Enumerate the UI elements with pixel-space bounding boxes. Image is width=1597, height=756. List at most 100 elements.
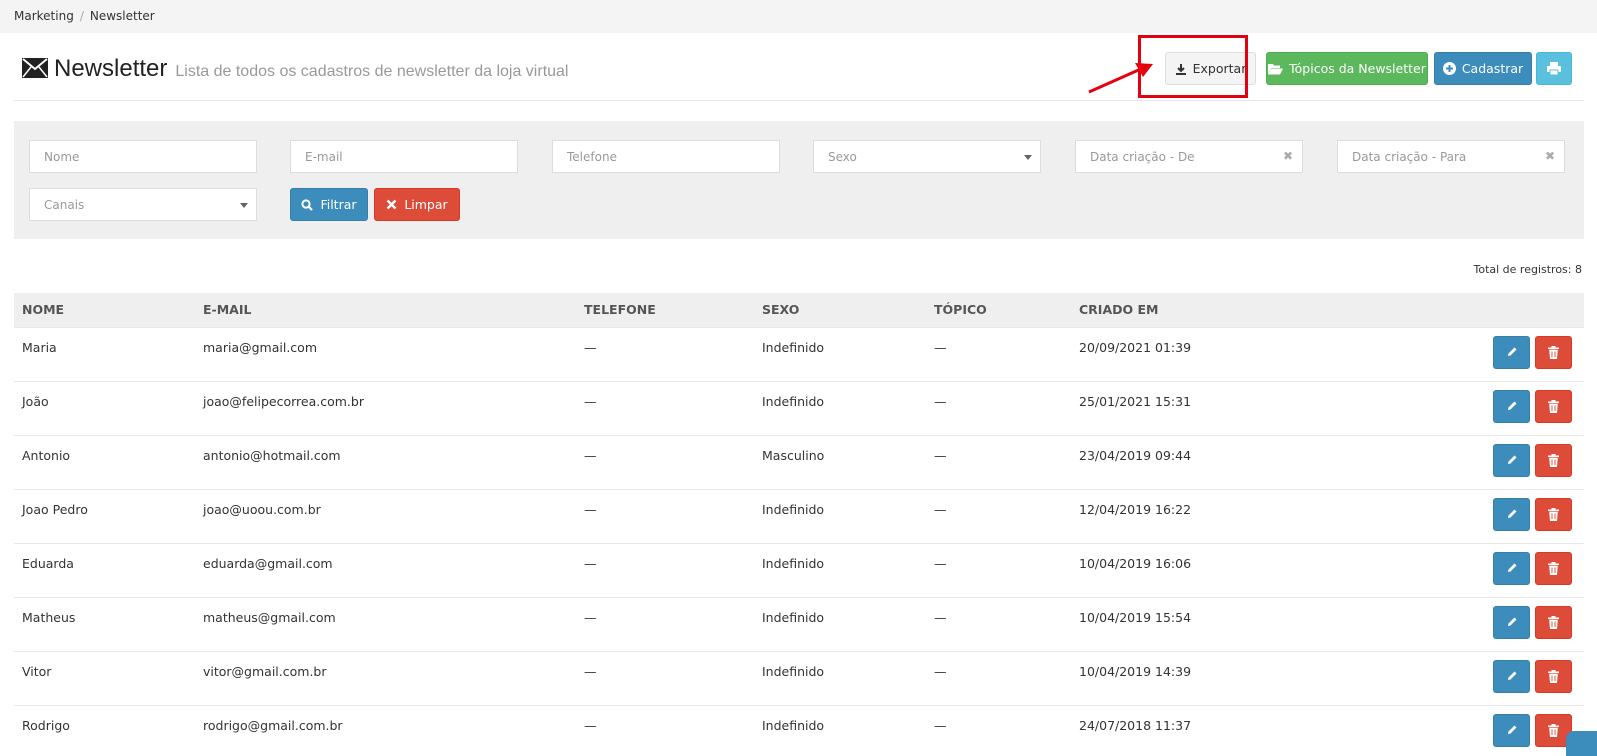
table-row: Antonio antonio@hotmail.com — Masculino —23/… bbox=[14, 434, 1584, 489]
page-header: Newsletter Lista de todos os cadastros d… bbox=[14, 33, 1584, 101]
clear-filters-button[interactable]: Limpar bbox=[374, 188, 460, 221]
edit-button[interactable] bbox=[1493, 713, 1530, 747]
pencil-icon bbox=[1507, 347, 1516, 356]
date-from-filter-placeholder: Data criação - De bbox=[1090, 149, 1195, 164]
cell-email: maria@gmail.com bbox=[195, 326, 576, 381]
name-filter-placeholder: Nome bbox=[44, 149, 80, 164]
column-header-name[interactable]: Nome bbox=[14, 293, 195, 327]
delete-button[interactable] bbox=[1535, 659, 1572, 693]
email-filter-input[interactable]: E-mail bbox=[290, 140, 518, 173]
cell-email: vitor@gmail.com.br bbox=[195, 650, 576, 705]
cell-topic: — bbox=[926, 650, 1071, 705]
cell-name: Joao Pedro bbox=[14, 488, 195, 543]
clear-date-from-icon[interactable]: ✖ bbox=[1283, 149, 1293, 163]
breadcrumb: Marketing / Newsletter bbox=[0, 0, 1597, 33]
cell-created: 10/04/2019 16:06 bbox=[1071, 542, 1301, 597]
cell-sex: Indefinido bbox=[754, 596, 926, 651]
cell-name: Vitor bbox=[14, 650, 195, 705]
table-row: Eduarda eduarda@gmail.com — Indefinido —10/0… bbox=[14, 542, 1584, 597]
trash-icon bbox=[1548, 615, 1559, 629]
table-row: João joao@felipecorrea.com.br — Indefinido —… bbox=[14, 380, 1584, 435]
cell-phone: — bbox=[576, 326, 754, 381]
breadcrumb-item-newsletter: Newsletter bbox=[89, 9, 155, 23]
clear-date-to-icon[interactable]: ✖ bbox=[1545, 149, 1555, 163]
print-icon bbox=[1547, 62, 1561, 75]
pencil-icon bbox=[1507, 725, 1516, 734]
cell-phone: — bbox=[576, 650, 754, 705]
edit-button[interactable] bbox=[1493, 389, 1530, 423]
trash-icon bbox=[1548, 507, 1559, 521]
edit-button[interactable] bbox=[1493, 335, 1530, 369]
row-actions bbox=[1301, 650, 1584, 705]
cell-sex: Indefinido bbox=[754, 380, 926, 435]
cell-topic: — bbox=[926, 542, 1071, 597]
delete-button[interactable] bbox=[1535, 443, 1572, 477]
pencil-icon bbox=[1507, 617, 1516, 626]
trash-icon bbox=[1548, 399, 1559, 413]
edit-button[interactable] bbox=[1493, 443, 1530, 477]
table-header-row: Nome E-mail Telefone Sexo Tópico Criado … bbox=[14, 293, 1584, 327]
cell-name: Maria bbox=[14, 326, 195, 381]
edit-button[interactable] bbox=[1493, 551, 1530, 585]
cell-email: antonio@hotmail.com bbox=[195, 434, 576, 489]
table-row: Matheus matheus@gmail.com — Indefinido —10/0… bbox=[14, 596, 1584, 651]
cell-sex: Indefinido bbox=[754, 488, 926, 543]
cell-topic: — bbox=[926, 596, 1071, 651]
filter-button[interactable]: Filtrar bbox=[290, 188, 368, 221]
filter-button-label: Filtrar bbox=[320, 197, 357, 212]
pencil-icon bbox=[1507, 563, 1516, 572]
cell-created: 10/04/2019 14:39 bbox=[1071, 650, 1301, 705]
column-header-topic[interactable]: Tópico bbox=[926, 293, 1071, 327]
column-header-created[interactable]: Criado em bbox=[1071, 293, 1301, 327]
cell-email: eduarda@gmail.com bbox=[195, 542, 576, 597]
cell-phone: — bbox=[576, 380, 754, 435]
cell-created: 12/04/2019 16:22 bbox=[1071, 488, 1301, 543]
pencil-icon bbox=[1507, 509, 1516, 518]
column-header-phone[interactable]: Telefone bbox=[576, 293, 754, 327]
phone-filter-input[interactable]: Telefone bbox=[552, 140, 780, 173]
edit-button[interactable] bbox=[1493, 605, 1530, 639]
trash-icon bbox=[1548, 669, 1559, 683]
page-title: Newsletter bbox=[54, 55, 168, 82]
delete-button[interactable] bbox=[1535, 389, 1572, 423]
table-row: Maria maria@gmail.com — Indefinido —20/09/20… bbox=[14, 326, 1584, 381]
row-actions bbox=[1301, 542, 1584, 597]
row-actions bbox=[1301, 380, 1584, 435]
delete-button[interactable] bbox=[1535, 551, 1572, 585]
delete-button[interactable] bbox=[1535, 497, 1572, 531]
cell-name: Antonio bbox=[14, 434, 195, 489]
add-subscriber-button[interactable]: Cadastrar bbox=[1434, 52, 1532, 85]
column-header-email[interactable]: E-mail bbox=[195, 293, 576, 327]
cell-topic: — bbox=[926, 488, 1071, 543]
cell-name: Matheus bbox=[14, 596, 195, 651]
sex-filter-select[interactable]: Sexo bbox=[813, 140, 1041, 173]
name-filter-input[interactable]: Nome bbox=[29, 140, 257, 173]
date-to-filter-input[interactable]: Data criação - Para ✖ bbox=[1337, 140, 1565, 173]
newsletter-topics-button[interactable]: Tópicos da Newsletter bbox=[1266, 52, 1428, 85]
column-header-sex[interactable]: Sexo bbox=[754, 293, 926, 327]
clear-filters-label: Limpar bbox=[404, 197, 448, 212]
row-actions bbox=[1301, 326, 1584, 381]
row-actions bbox=[1301, 488, 1584, 543]
edit-button[interactable] bbox=[1493, 659, 1530, 693]
trash-icon bbox=[1548, 345, 1559, 359]
cell-phone: — bbox=[576, 704, 754, 756]
row-actions bbox=[1301, 434, 1584, 489]
total-records: Total de registros: 8 bbox=[1473, 263, 1582, 276]
chat-widget-button[interactable] bbox=[1566, 731, 1597, 756]
date-from-filter-input[interactable]: Data criação - De ✖ bbox=[1075, 140, 1303, 173]
cell-phone: — bbox=[576, 542, 754, 597]
close-icon bbox=[386, 199, 397, 210]
print-button[interactable] bbox=[1536, 52, 1572, 85]
phone-filter-placeholder: Telefone bbox=[567, 149, 617, 164]
delete-button[interactable] bbox=[1535, 335, 1572, 369]
table-row: Vitor vitor@gmail.com.br — Indefinido —10/04… bbox=[14, 650, 1584, 705]
envelope-icon bbox=[22, 58, 48, 78]
cell-topic: — bbox=[926, 434, 1071, 489]
cell-sex: Indefinido bbox=[754, 542, 926, 597]
pencil-icon bbox=[1507, 455, 1516, 464]
breadcrumb-item-marketing[interactable]: Marketing bbox=[14, 9, 74, 23]
delete-button[interactable] bbox=[1535, 605, 1572, 639]
edit-button[interactable] bbox=[1493, 497, 1530, 531]
channels-filter-select[interactable]: Canais bbox=[29, 188, 257, 221]
